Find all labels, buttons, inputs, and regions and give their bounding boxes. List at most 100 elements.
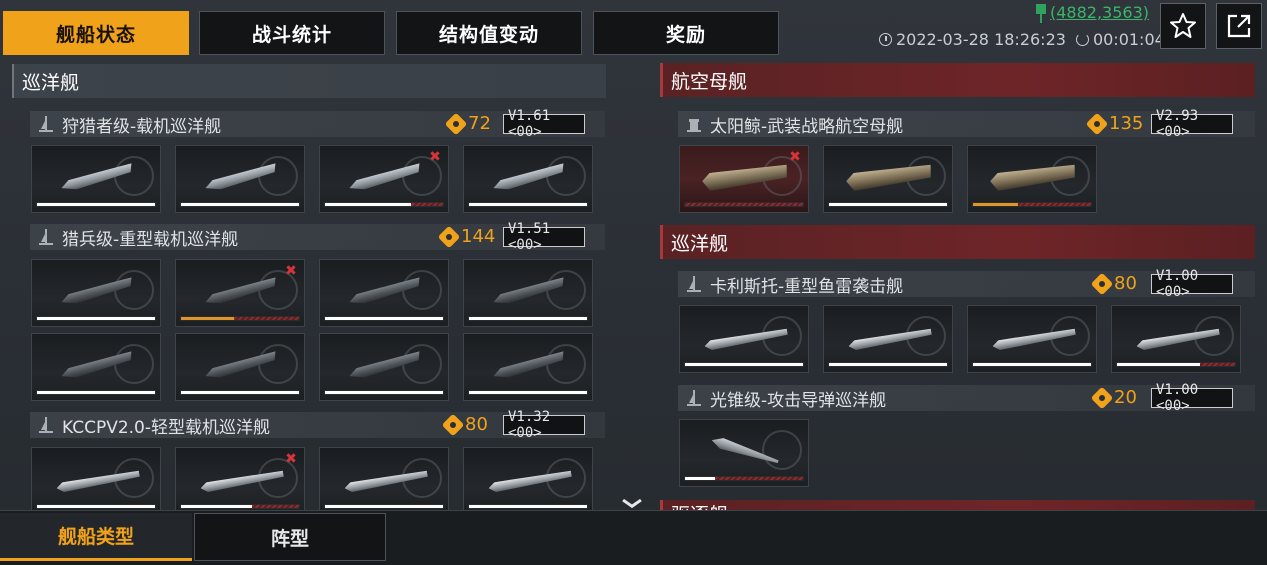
- faction-emblem: [546, 344, 586, 384]
- hp-bar: [828, 202, 948, 207]
- ship-lost-icon: ✖: [285, 451, 297, 467]
- ship-version-badge: V1.32 <00>: [503, 409, 585, 441]
- tab-formation[interactable]: 阵型: [194, 513, 386, 561]
- timer-icon: [1075, 33, 1089, 46]
- command-cost-value: 80: [1114, 273, 1137, 294]
- hp-bar: [180, 504, 300, 509]
- hp-bar: [36, 316, 156, 321]
- ship-card[interactable]: [319, 259, 449, 327]
- ship-card[interactable]: [175, 333, 305, 401]
- ship-lost-icon: ✖: [429, 149, 441, 165]
- hp-bar: [36, 504, 156, 509]
- command-cost-value: 20: [1114, 387, 1137, 408]
- hp-bar-fill: [37, 317, 155, 320]
- hp-bar: [180, 202, 300, 207]
- ship-card[interactable]: [1111, 305, 1241, 373]
- hp-bar: [468, 504, 588, 509]
- ship-card[interactable]: [463, 145, 593, 213]
- ship-card[interactable]: [679, 305, 809, 373]
- tab-ship-status[interactable]: 舰船状态: [3, 11, 189, 55]
- section-header-0: 航空母舰: [660, 63, 1255, 97]
- ship-card[interactable]: [823, 145, 953, 213]
- location-pin-icon: [1036, 3, 1046, 23]
- cruiser-class-icon: [686, 389, 702, 407]
- clock-icon: [879, 33, 892, 46]
- command-cost-value: 72: [468, 113, 491, 134]
- ship-card[interactable]: ✖: [679, 145, 809, 213]
- ship-card[interactable]: ✖: [175, 447, 305, 515]
- hp-bar-fill: [37, 505, 155, 508]
- export-button[interactable]: [1216, 3, 1262, 49]
- hp-bar-fill: [973, 203, 1018, 206]
- ship-card[interactable]: [31, 259, 161, 327]
- cruiser-class-icon: [686, 275, 702, 293]
- tab-structure-change[interactable]: 结构值变动: [396, 11, 582, 55]
- battle-datetime: 2022-03-28 18:26:23: [896, 30, 1066, 49]
- ship-card[interactable]: [463, 447, 593, 515]
- hp-bar: [684, 476, 804, 481]
- hp-bar: [324, 390, 444, 395]
- hp-bar: [180, 390, 300, 395]
- tab-battle-stats[interactable]: 战斗统计: [199, 11, 385, 55]
- ship-version-badge: V2.93 <00>: [1151, 108, 1233, 140]
- hp-bar-fill: [37, 391, 155, 394]
- hp-bar-fill: [325, 505, 443, 508]
- ship-card[interactable]: [319, 447, 449, 515]
- faction-emblem: [258, 156, 298, 196]
- ship-lost-icon: ✖: [789, 149, 801, 165]
- command-cost-icon: [443, 415, 463, 435]
- hp-bar: [828, 362, 948, 367]
- ship-card[interactable]: [679, 419, 809, 487]
- coordinate-readout[interactable]: (4882,3563): [1036, 3, 1149, 23]
- section-title: 巡洋舰: [22, 71, 80, 94]
- ship-card[interactable]: [463, 259, 593, 327]
- tab-rewards[interactable]: 奖励: [593, 11, 779, 55]
- hp-bar-fill: [469, 317, 587, 320]
- ship-class-name: 卡利斯托-重型鱼雷袭击舰: [710, 276, 904, 297]
- ship-version-badge: V1.00 <00>: [1151, 382, 1233, 414]
- ship-card[interactable]: [463, 333, 593, 401]
- hp-bar: [180, 316, 300, 321]
- ship-card[interactable]: ✖: [319, 145, 449, 213]
- ship-card[interactable]: [31, 333, 161, 401]
- hp-bar: [468, 390, 588, 395]
- faction-emblem: [258, 344, 298, 384]
- hp-bar: [684, 202, 804, 207]
- command-cost-icon: [1087, 114, 1107, 134]
- hp-bar: [324, 504, 444, 509]
- command-cost-value: 135: [1109, 113, 1144, 134]
- command-cost: 80: [1092, 273, 1137, 294]
- command-cost: 135: [1087, 113, 1143, 134]
- ship-card[interactable]: ✖: [175, 259, 305, 327]
- ship-class-name: 猎兵级-重型载机巡洋舰: [62, 229, 239, 250]
- ship-card[interactable]: [319, 333, 449, 401]
- faction-emblem: [114, 344, 154, 384]
- section-title: 航空母舰: [671, 70, 748, 93]
- command-cost-icon: [446, 114, 466, 134]
- coordinate-value[interactable]: (4882,3563): [1050, 3, 1149, 22]
- hp-bar: [324, 202, 444, 207]
- ship-card[interactable]: [967, 305, 1097, 373]
- hp-bar: [1116, 362, 1236, 367]
- tab-ship-type[interactable]: 舰船类型: [0, 513, 192, 561]
- ship-card[interactable]: [967, 145, 1097, 213]
- ship-card[interactable]: [31, 447, 161, 515]
- hp-bar: [36, 390, 156, 395]
- cruiser-class-icon: [38, 228, 54, 246]
- hp-bar-fill: [325, 391, 443, 394]
- ship-version-badge: V1.00 <00>: [1151, 268, 1233, 300]
- cruiser-class-icon: [38, 416, 54, 434]
- ship-lost-icon: ✖: [285, 263, 297, 279]
- ship-card[interactable]: [823, 305, 953, 373]
- section-header-cruiser-left: 巡洋舰: [12, 64, 606, 98]
- command-cost: 80: [443, 414, 488, 435]
- ship-card[interactable]: [31, 145, 161, 213]
- hp-bar-fill: [685, 477, 715, 480]
- favorite-button[interactable]: [1160, 3, 1206, 49]
- command-cost-icon: [439, 227, 459, 247]
- ship-card[interactable]: [175, 145, 305, 213]
- hp-bar-fill: [829, 203, 947, 206]
- cruiser-class-icon: [38, 115, 54, 133]
- hp-bar-fill: [181, 505, 252, 508]
- faction-emblem: [546, 156, 586, 196]
